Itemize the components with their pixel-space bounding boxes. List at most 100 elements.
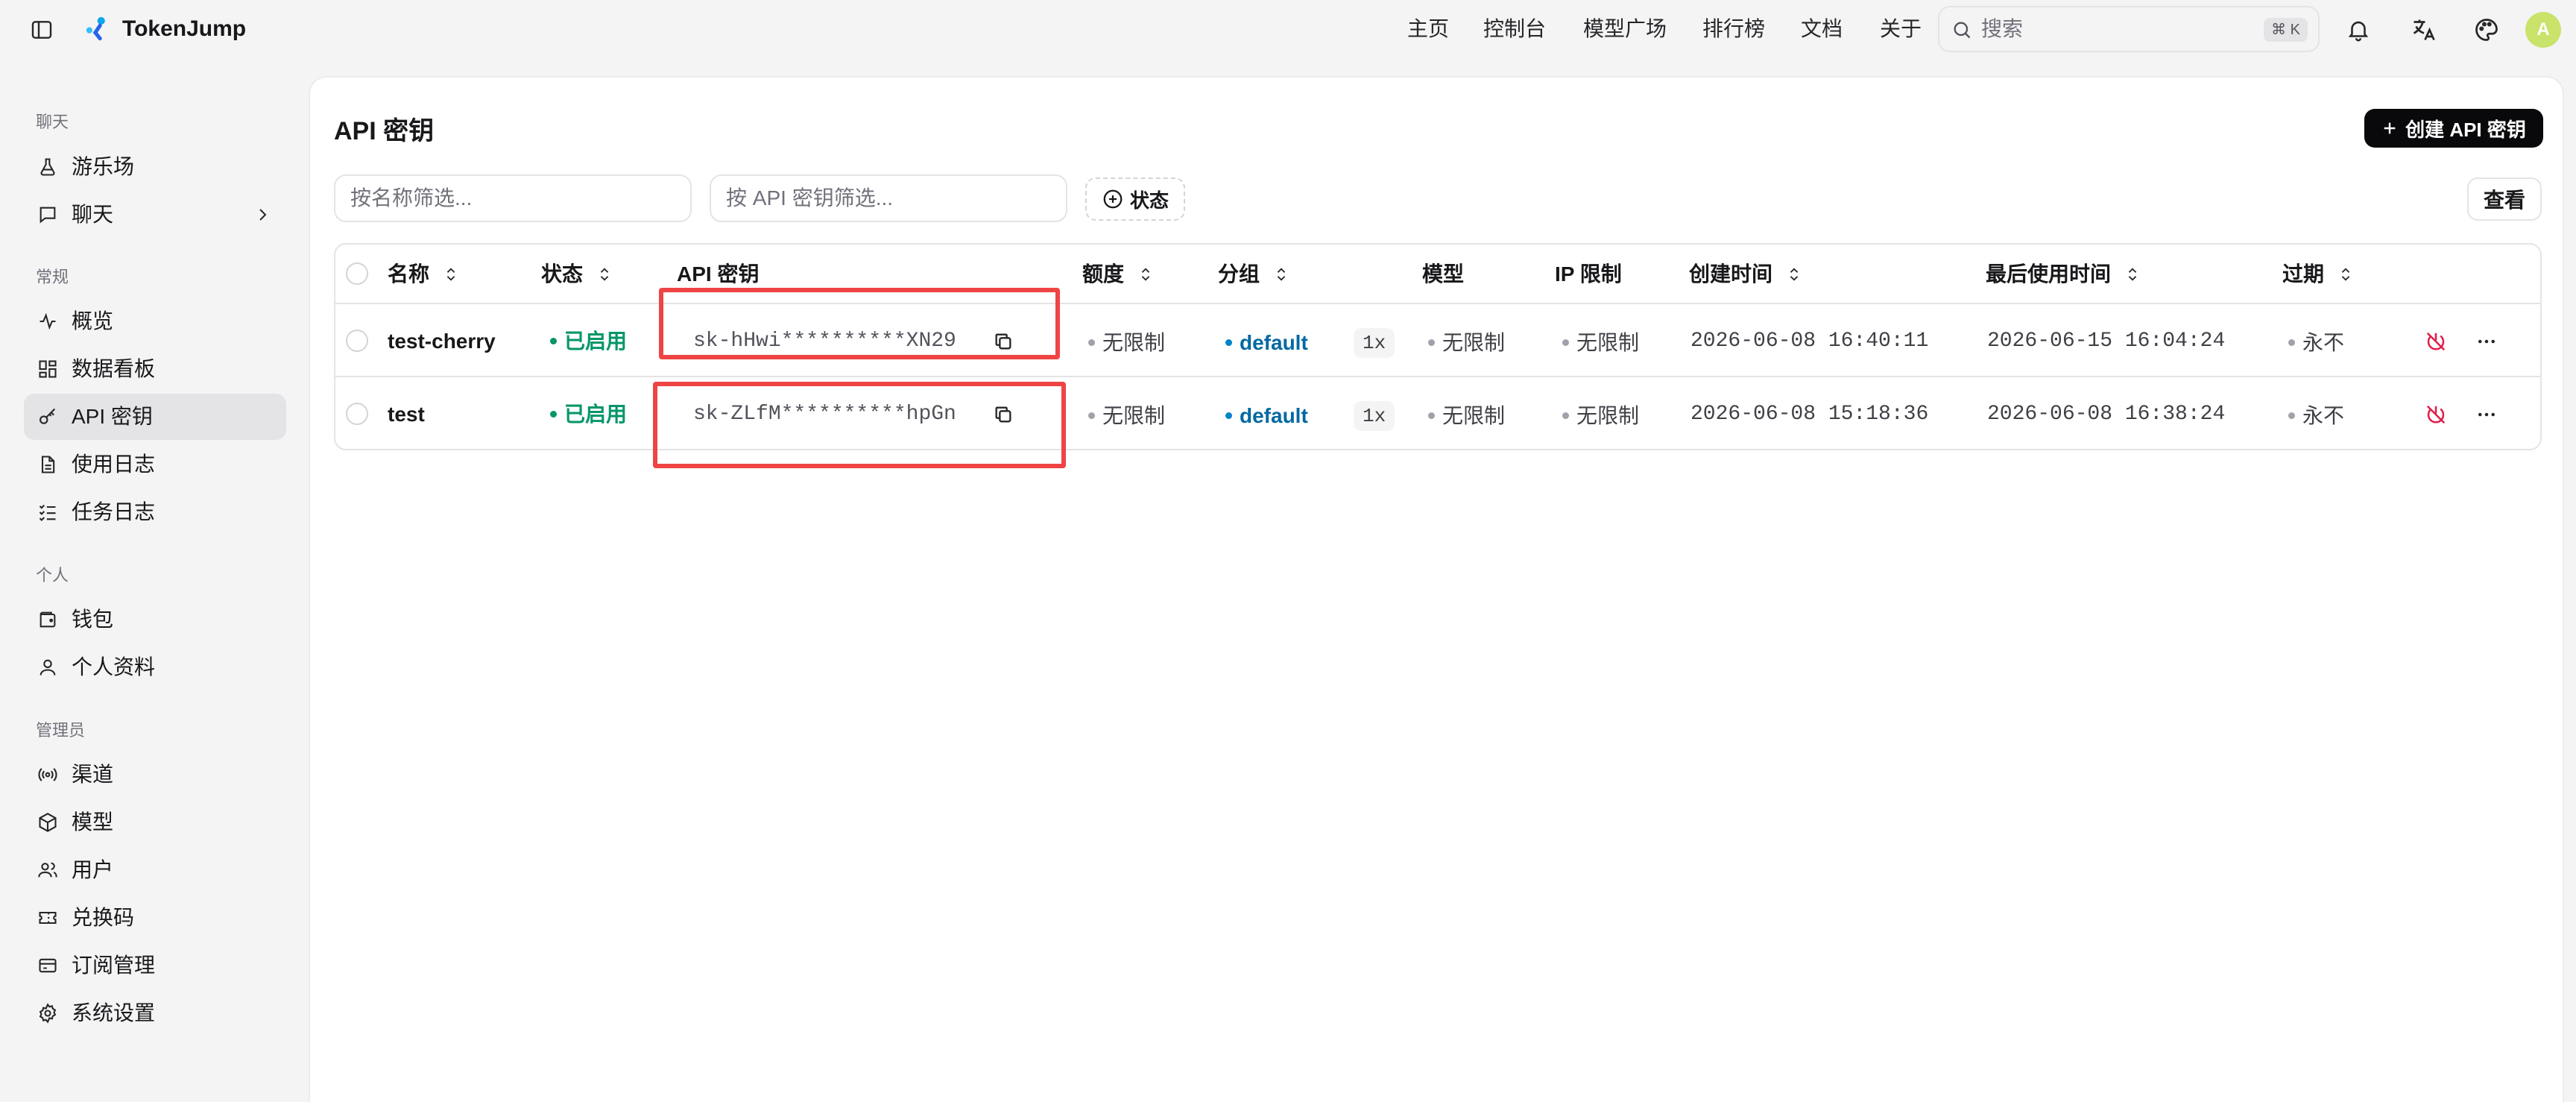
flask-icon <box>37 157 58 177</box>
row-model: 无限制 <box>1428 401 1505 431</box>
search-input[interactable]: 搜索 ⌘ K <box>1938 6 2320 52</box>
sidebar-item-task-logs[interactable]: 任务日志 <box>24 489 286 535</box>
avatar[interactable]: A <box>2525 12 2561 48</box>
brand-name: TokenJump <box>122 16 247 41</box>
sidebar-toggle-icon[interactable] <box>28 16 55 43</box>
sort-icon <box>1790 268 1799 281</box>
column-header-name[interactable]: 名称 <box>388 245 459 304</box>
sidebar-item-label: 用户 <box>72 858 114 881</box>
row-expire: 永不 <box>2288 401 2344 431</box>
row-group: default <box>1225 401 1308 431</box>
row-name: test-cherry <box>388 330 496 353</box>
brand-logo-icon <box>86 16 105 41</box>
status-filter-button[interactable]: 状态 <box>1085 177 1185 221</box>
sidebar-item-dashboard[interactable]: 数据看板 <box>24 346 286 392</box>
sidebar-item-redeem-codes[interactable]: 兑换码 <box>24 895 286 941</box>
nav-model-square[interactable]: 模型广场 <box>1583 13 1667 45</box>
list-icon <box>37 502 58 523</box>
plus-icon <box>2384 122 2396 134</box>
sidebar-section-admin: 管理员 <box>36 721 86 740</box>
nav-home[interactable]: 主页 <box>1407 13 1449 45</box>
view-options-button[interactable]: 查看 <box>2467 177 2542 221</box>
nav-leaderboard[interactable]: 排行榜 <box>1702 13 1765 45</box>
search-icon <box>1951 19 1972 40</box>
sidebar-item-channels[interactable]: 渠道 <box>24 752 286 798</box>
disable-key-icon[interactable] <box>2422 401 2449 428</box>
sort-icon <box>1141 268 1150 281</box>
nav-console[interactable]: 控制台 <box>1483 13 1546 45</box>
page-title: API 密钥 <box>334 117 435 145</box>
bell-icon[interactable] <box>2343 15 2373 45</box>
sidebar-item-chat[interactable]: 聊天 <box>24 192 286 238</box>
row-checkbox[interactable] <box>346 403 368 425</box>
search-placeholder: 搜索 <box>1981 17 2024 40</box>
row-expire: 永不 <box>2288 328 2344 358</box>
sidebar-item-label: 游乐场 <box>72 155 135 178</box>
sidebar-item-api-keys[interactable]: API 密钥 <box>24 394 286 440</box>
sidebar-section-personal: 个人 <box>36 566 69 585</box>
row-created: 2026-06-08 16:40:11 <box>1690 330 1929 353</box>
filter-name-placeholder: 按名称筛选... <box>350 186 473 210</box>
column-header-created[interactable]: 创建时间 <box>1689 245 1802 304</box>
sidebar-item-label: 渠道 <box>72 763 114 786</box>
sidebar-item-label: API 密钥 <box>72 405 153 428</box>
column-header-last-used[interactable]: 最后使用时间 <box>1986 245 2141 304</box>
brand[interactable]: TokenJump <box>83 13 246 45</box>
sidebar-item-label: 订阅管理 <box>72 954 156 977</box>
translate-icon[interactable] <box>2409 15 2439 45</box>
column-header-group[interactable]: 分组 <box>1218 245 1289 304</box>
sidebar-item-users[interactable]: 用户 <box>24 847 286 893</box>
sidebar-item-profile[interactable]: 个人资料 <box>24 644 286 690</box>
column-header-quota[interactable]: 额度 <box>1082 245 1154 304</box>
nav-about[interactable]: 关于 <box>1880 13 1922 45</box>
row-divider <box>335 376 2540 377</box>
filter-name-input[interactable]: 按名称筛选... <box>334 174 692 222</box>
row-model: 无限制 <box>1428 328 1505 358</box>
row-last-used: 2026-06-08 16:38:24 <box>1987 403 2226 426</box>
more-options-icon[interactable] <box>2473 328 2500 355</box>
sidebar-item-usage-logs[interactable]: 使用日志 <box>24 441 286 488</box>
key-icon <box>37 406 58 427</box>
user-icon <box>37 657 58 678</box>
sort-icon <box>2341 268 2350 281</box>
sidebar-item-overview[interactable]: 概览 <box>24 298 286 344</box>
row-name: test <box>388 403 425 426</box>
nav-docs[interactable]: 文档 <box>1801 13 1843 45</box>
sidebar-item-label: 任务日志 <box>72 500 156 523</box>
sidebar-item-models[interactable]: 模型 <box>24 799 286 846</box>
create-api-key-button[interactable]: 创建 API 密钥 <box>2364 109 2543 148</box>
column-header-expire[interactable]: 过期 <box>2282 245 2354 304</box>
sidebar-item-wallet[interactable]: 钱包 <box>24 596 286 643</box>
sidebar-item-playground[interactable]: 游乐场 <box>24 144 286 190</box>
sidebar-item-subscriptions[interactable]: 订阅管理 <box>24 942 286 989</box>
cube-icon <box>37 812 58 833</box>
row-checkbox[interactable] <box>346 330 368 352</box>
dashboard-icon <box>37 359 58 380</box>
row-group: default <box>1225 328 1308 358</box>
sidebar-item-settings[interactable]: 系统设置 <box>24 990 286 1036</box>
ticket-icon <box>37 907 58 928</box>
more-options-icon[interactable] <box>2473 401 2500 428</box>
sidebar-item-label: 兑换码 <box>72 906 135 929</box>
sidebar-item-label: 概览 <box>72 309 114 333</box>
sort-icon <box>2128 268 2137 281</box>
sidebar-item-label: 数据看板 <box>72 357 156 380</box>
sidebar-section-general: 常规 <box>36 268 69 286</box>
file-icon <box>37 454 58 475</box>
disable-key-icon[interactable] <box>2422 328 2449 355</box>
highlight-box-api-key-2 <box>653 382 1066 468</box>
activity-icon <box>37 311 58 332</box>
sort-icon <box>446 268 455 281</box>
column-header-status[interactable]: 状态 <box>541 245 613 304</box>
filter-key-input[interactable]: 按 API 密钥筛选... <box>710 174 1067 222</box>
row-status: 已启用 <box>550 327 627 356</box>
top-bar: TokenJump 主页 控制台 模型广场 排行榜 文档 关于 搜索 ⌘ K A <box>0 0 2576 60</box>
column-header-model: 模型 <box>1422 262 1465 286</box>
row-ratio-badge: 1x <box>1354 401 1395 431</box>
palette-icon[interactable] <box>2472 15 2501 45</box>
row-last-used: 2026-06-15 16:04:24 <box>1987 330 2226 353</box>
select-all-checkbox[interactable] <box>346 262 368 285</box>
users-icon <box>37 860 58 881</box>
radio-icon <box>37 764 58 785</box>
status-filter-label: 状态 <box>1129 189 1169 212</box>
